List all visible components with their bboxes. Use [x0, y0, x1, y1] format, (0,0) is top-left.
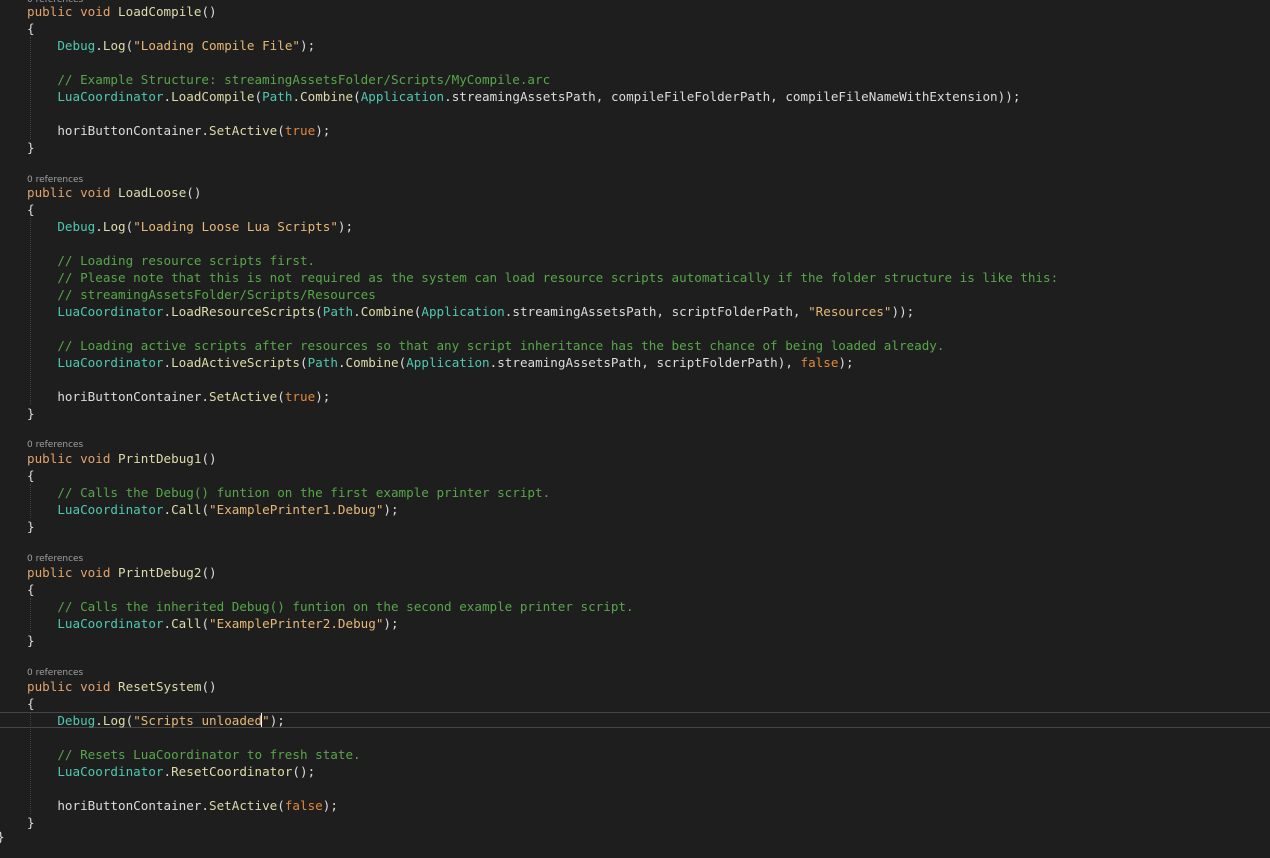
code-text: } — [27, 633, 35, 648]
code-line[interactable]: { — [0, 581, 1270, 598]
code-line[interactable]: public void ResetSystem() — [0, 678, 1270, 695]
code-text: // Loading active scripts after resource… — [57, 338, 945, 353]
code-text: public void PrintDebug1() — [27, 451, 217, 466]
code-line[interactable]: Debug.Log("Loading Compile File"); — [0, 37, 1270, 54]
code-line[interactable]: } — [0, 632, 1270, 649]
code-text: LuaCoordinator.LoadResourceScripts(Path.… — [57, 304, 915, 319]
code-line[interactable]: horiButtonContainer.SetActive(true); — [0, 122, 1270, 139]
code-line[interactable]: Debug.Log("Loading Loose Lua Scripts"); — [0, 218, 1270, 235]
code-text: LuaCoordinator.Call("ExamplePrinter2.Deb… — [57, 616, 399, 631]
code-text: { — [27, 21, 35, 36]
code-text: LuaCoordinator.LoadCompile(Path.Combine(… — [57, 89, 1021, 104]
code-text: // streamingAssetsFolder/Scripts/Resourc… — [57, 287, 376, 302]
class-closing-brace[interactable]: } — [0, 828, 1270, 845]
code-line[interactable]: LuaCoordinator.Call("ExamplePrinter1.Deb… — [0, 501, 1270, 518]
code-text: // Example Structure: streamingAssetsFol… — [57, 72, 551, 87]
code-editor[interactable]: 0 references public void LoadCompile(){ D… — [0, 0, 1270, 858]
code-line[interactable]: } — [0, 405, 1270, 422]
code-text: } — [27, 406, 35, 421]
code-line[interactable]: LuaCoordinator.LoadActiveScripts(Path.Co… — [0, 354, 1270, 371]
indent-guide — [30, 484, 31, 518]
code-line[interactable] — [0, 105, 1270, 122]
code-text: // Calls the Debug() funtion on the firs… — [57, 485, 551, 500]
code-text: LuaCoordinator.Call("ExamplePrinter1.Deb… — [57, 502, 399, 517]
code-text: { — [27, 468, 35, 483]
code-line[interactable]: public void PrintDebug2() — [0, 564, 1270, 581]
code-line[interactable]: } — [0, 518, 1270, 535]
code-text: } — [27, 140, 35, 155]
code-text: public void ResetSystem() — [27, 679, 217, 694]
code-line[interactable]: public void LoadLoose() — [0, 184, 1270, 201]
code-text: // Loading resource scripts first. — [57, 253, 316, 268]
code-line[interactable] — [0, 371, 1270, 388]
code-line[interactable] — [0, 235, 1270, 252]
code-text: Debug.Log("Loading Compile File"); — [57, 38, 316, 53]
code-line[interactable] — [0, 729, 1270, 746]
code-line[interactable] — [0, 780, 1270, 797]
code-line[interactable] — [0, 320, 1270, 337]
code-line[interactable]: { — [0, 20, 1270, 37]
code-text: LuaCoordinator.LoadActiveScripts(Path.Co… — [57, 355, 854, 370]
code-line[interactable]: } — [0, 139, 1270, 156]
code-text: // Please note that this is not required… — [57, 270, 1059, 285]
code-line[interactable]: LuaCoordinator.LoadResourceScripts(Path.… — [0, 303, 1270, 320]
code-line[interactable]: horiButtonContainer.SetActive(false); — [0, 797, 1270, 814]
code-line[interactable]: // Resets LuaCoordinator to fresh state. — [0, 746, 1270, 763]
code-line[interactable]: Debug.Log("Scripts unloaded"); — [0, 712, 1270, 729]
code-text: { — [27, 582, 35, 597]
code-line[interactable] — [0, 54, 1270, 71]
code-text: // Resets LuaCoordinator to fresh state. — [57, 747, 361, 762]
code-text: { — [27, 696, 35, 711]
indent-guide — [30, 598, 31, 632]
code-text: // Calls the inherited Debug() funtion o… — [57, 599, 634, 614]
code-text: public void LoadCompile() — [27, 4, 217, 19]
code-line[interactable]: // Calls the Debug() funtion on the firs… — [0, 484, 1270, 501]
code-line[interactable]: { — [0, 467, 1270, 484]
code-text: horiButtonContainer.SetActive(true); — [57, 123, 331, 138]
code-line[interactable]: LuaCoordinator.LoadCompile(Path.Combine(… — [0, 88, 1270, 105]
code-line[interactable]: // Loading active scripts after resource… — [0, 337, 1270, 354]
code-line[interactable]: LuaCoordinator.ResetCoordinator(); — [0, 763, 1270, 780]
code-line[interactable]: horiButtonContainer.SetActive(true); — [0, 388, 1270, 405]
code-line[interactable]: { — [0, 201, 1270, 218]
code-text: } — [27, 519, 35, 534]
code-line[interactable]: // Calls the inherited Debug() funtion o… — [0, 598, 1270, 615]
indent-guide — [30, 712, 31, 814]
closing-brace-text: } — [0, 828, 5, 845]
code-line[interactable]: // Loading resource scripts first. — [0, 252, 1270, 269]
code-text: public void PrintDebug2() — [27, 565, 217, 580]
code-text: public void LoadLoose() — [27, 185, 202, 200]
indent-guide — [30, 218, 31, 405]
code-line[interactable]: // Example Structure: streamingAssetsFol… — [0, 71, 1270, 88]
code-text: LuaCoordinator.ResetCoordinator(); — [57, 764, 316, 779]
code-line[interactable]: // Please note that this is not required… — [0, 269, 1270, 286]
code-text: horiButtonContainer.SetActive(false); — [57, 798, 338, 813]
text-caret — [261, 713, 262, 727]
code-text: Debug.Log("Scripts unloaded"); — [57, 713, 285, 728]
code-text: Debug.Log("Loading Loose Lua Scripts"); — [57, 219, 354, 234]
code-line[interactable]: public void PrintDebug1() — [0, 450, 1270, 467]
code-line[interactable]: LuaCoordinator.Call("ExamplePrinter2.Deb… — [0, 615, 1270, 632]
code-line[interactable]: // streamingAssetsFolder/Scripts/Resourc… — [0, 286, 1270, 303]
indent-guide — [30, 37, 31, 139]
code-line[interactable]: { — [0, 695, 1270, 712]
code-text: horiButtonContainer.SetActive(true); — [57, 389, 331, 404]
code-text: { — [27, 202, 35, 217]
code-line[interactable]: public void LoadCompile() — [0, 3, 1270, 20]
